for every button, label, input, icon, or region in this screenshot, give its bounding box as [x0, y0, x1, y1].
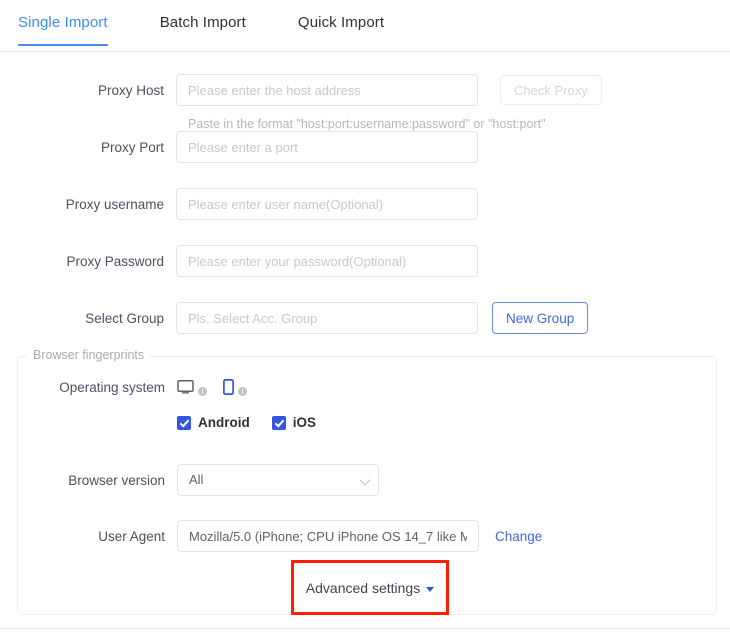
proxy-port-input[interactable] — [176, 131, 478, 163]
tab-quick-import-label: Quick Import — [297, 14, 385, 31]
import-tab-bar: Single Import Batch Import Quick Import — [0, 0, 730, 52]
bottom-divider — [0, 628, 730, 629]
os-option-mobile[interactable] — [223, 379, 247, 396]
desktop-icon — [177, 380, 194, 394]
caret-down-icon — [426, 587, 435, 592]
browser-version-select-value[interactable]: All — [177, 464, 379, 496]
checkbox-android[interactable]: Android — [177, 415, 250, 430]
tab-batch-import[interactable]: Batch Import — [160, 0, 246, 46]
form-row-proxy-host: Proxy Host Check Proxy — [0, 74, 730, 106]
form-row-platform-checkboxes: Android iOS — [18, 415, 716, 430]
checkbox-ios-label: iOS — [292, 415, 317, 430]
desktop-info-badge-icon[interactable] — [198, 386, 207, 396]
form-row-browser-version: Browser version All — [18, 464, 716, 496]
advanced-settings-button[interactable]: Advanced settings — [300, 579, 440, 597]
checkbox-ios-box[interactable] — [271, 415, 286, 430]
user-agent-input[interactable] — [177, 520, 479, 552]
tab-single-import-label: Single Import — [18, 14, 108, 31]
form-row-proxy-username: Proxy username — [0, 188, 730, 220]
form-row-proxy-port: Proxy Port — [0, 131, 730, 163]
advanced-settings-label: Advanced settings — [305, 579, 421, 596]
check-proxy-button[interactable]: Check Proxy — [500, 75, 602, 105]
operating-system-label: Operating system — [59, 379, 165, 395]
change-user-agent-link[interactable]: Change — [495, 529, 542, 544]
tab-single-import[interactable]: Single Import — [18, 0, 108, 46]
tab-batch-import-label: Batch Import — [159, 14, 246, 31]
select-group-input[interactable] — [176, 302, 478, 334]
proxy-username-label: Proxy username — [65, 196, 164, 212]
proxy-username-input[interactable] — [176, 188, 478, 220]
checkbox-android-label: Android — [198, 415, 250, 430]
proxy-host-label: Proxy Host — [97, 82, 164, 98]
form-row-user-agent: User Agent Change — [18, 520, 716, 552]
form-row-operating-system: Operating system — [18, 379, 716, 396]
proxy-password-input[interactable] — [176, 245, 478, 277]
platform-checkbox-group: Android iOS — [177, 415, 338, 430]
browser-version-label: Browser version — [68, 472, 165, 488]
checkbox-android-box[interactable] — [177, 415, 191, 430]
form-row-proxy-password: Proxy Password — [0, 245, 730, 277]
proxy-host-input[interactable] — [176, 74, 478, 106]
import-form: Paste in the format "host:port:username:… — [0, 74, 730, 334]
browser-version-select[interactable]: All — [177, 464, 379, 496]
proxy-port-label: Proxy Port — [100, 139, 164, 155]
advanced-settings-annotation: Advanced settings — [291, 560, 449, 615]
mobile-phone-icon — [223, 379, 234, 395]
select-group-label: Select Group — [85, 310, 164, 326]
form-row-select-group: Select Group New Group — [0, 302, 730, 334]
new-group-button[interactable]: New Group — [492, 302, 589, 334]
os-option-desktop[interactable] — [177, 380, 207, 396]
checkbox-ios[interactable]: iOS — [271, 415, 317, 430]
mobile-info-badge-icon[interactable] — [238, 386, 247, 396]
tab-quick-import[interactable]: Quick Import — [298, 0, 384, 46]
browser-fingerprints-legend: Browser fingerprints — [27, 348, 151, 362]
proxy-password-label: Proxy Password — [66, 253, 164, 269]
proxy-format-hint: Paste in the format "host:port:username:… — [188, 117, 546, 131]
operating-system-options — [177, 379, 263, 396]
user-agent-label: User Agent — [98, 528, 165, 544]
